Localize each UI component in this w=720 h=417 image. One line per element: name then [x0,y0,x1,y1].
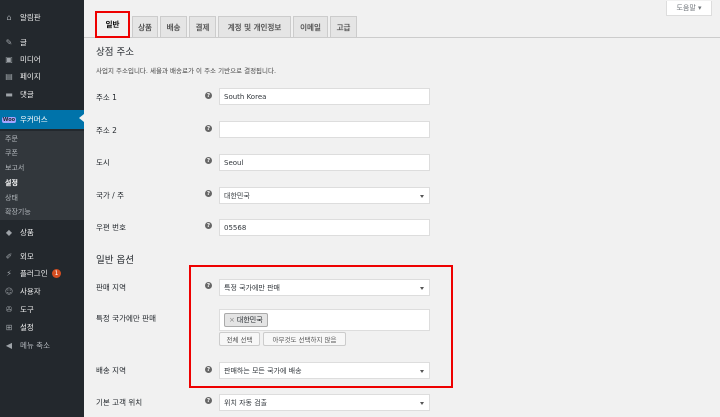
admin-sidebar: ⌂ 알림판 ✎ 글 ▣ 미디어 ▤ 페이지 ▬ 댓글 Woo 우커머스 주문 쿠폰 보고서 … [0,0,84,417]
page-icon: ▤ [5,71,13,81]
help-icon[interactable]: ? [205,92,212,99]
product-icon: ◆ [5,227,13,237]
default-customer-location-label: 기본 고객 위치 [96,398,143,407]
store-address-description: 사업지 주소입니다. 세율과 배송료가 이 주소 기반으로 결정됩니다. [96,67,277,75]
menu-users[interactable]: ☺ 사용자 [0,283,84,299]
submenu-orders[interactable]: 주문 [5,134,18,144]
menu-label: 글 [20,37,27,47]
postcode-label: 우편 번호 [96,223,126,232]
submenu-settings[interactable]: 설정 [5,178,18,188]
tab-accounts-privacy[interactable]: 계정 및 개인정보 [218,16,291,37]
help-icon[interactable]: ? [205,125,212,132]
address2-input[interactable] [219,121,430,138]
ship-locations-label: 배송 지역 [96,366,126,375]
postcode-input[interactable]: 05568 [219,219,430,236]
menu-plugins[interactable]: ⚡ 플러그인 1 [0,265,84,281]
default-customer-location-select[interactable]: 위치 자동 검출 [219,394,430,411]
update-count-badge: 1 [51,268,62,278]
menu-label: 상품 [20,227,34,237]
address2-label: 주소 2 [96,126,117,135]
tab-shipping[interactable]: 배송 [160,16,187,37]
menu-tools[interactable]: ✇ 도구 [0,301,84,317]
menu-label: 플러그인 [20,268,48,278]
menu-media[interactable]: ▣ 미디어 [0,51,84,67]
menu-posts[interactable]: ✎ 글 [0,34,84,50]
menu-label: 설정 [20,322,34,332]
city-input[interactable]: Seoul [219,154,430,171]
menu-pages[interactable]: ▤ 페이지 [0,68,84,84]
default-customer-location-value: 위치 자동 검출 [224,398,268,407]
help-icon[interactable]: ? [205,366,212,373]
help-tab-button[interactable]: 도움말 ▾ [666,1,712,16]
sell-locations-select[interactable]: 특정 국가에만 판매 [219,279,430,296]
menu-appearance[interactable]: ✐ 외모 [0,248,84,264]
submenu-status[interactable]: 상태 [5,193,18,203]
sell-locations-label: 판매 지역 [96,283,126,292]
dashboard-icon: ⌂ [6,12,12,22]
country-state-label: 국가 / 주 [96,191,124,200]
select-all-button[interactable]: 전체 선택 [219,332,260,346]
specific-countries-label: 특정 국가에만 판매 [96,314,156,323]
menu-label: 미디어 [20,54,41,64]
menu-label: 사용자 [20,286,41,296]
help-icon[interactable]: ? [205,190,212,197]
pin-icon: ✎ [5,37,13,47]
menu-label: 페이지 [20,71,41,81]
comment-icon: ▬ [5,89,13,99]
plugin-icon: ⚡ [6,268,12,278]
select-none-button[interactable]: 아무것도 선택하지 않음 [263,332,346,346]
sell-locations-value: 특정 국가에만 판매 [224,283,280,292]
menu-label: 외모 [20,251,34,261]
woocommerce-icon: Woo [1,116,17,123]
ship-locations-value: 판매하는 모든 국가에 배송 [224,366,302,375]
tab-emails[interactable]: 이메일 [293,16,328,37]
menu-woocommerce[interactable]: Woo 우커머스 [0,110,84,129]
address1-label: 주소 1 [96,93,117,102]
menu-label: 우커머스 [20,115,48,124]
dropdown-arrow-icon [420,287,424,290]
city-label: 도시 [96,158,110,167]
media-icon: ▣ [5,54,13,64]
dropdown-arrow-icon [420,195,424,198]
country-state-select[interactable]: 대한민국 [219,187,430,204]
menu-dashboard[interactable]: ⌂ 알림판 [0,9,84,25]
menu-settings[interactable]: ⊞ 설정 [0,319,84,335]
remove-tag-icon[interactable]: × [229,316,235,324]
menu-collapse[interactable]: ◀ 메뉴 축소 [0,337,84,353]
menu-label: 도구 [20,304,34,314]
dropdown-arrow-icon [420,370,424,373]
settings-icon: ⊞ [5,322,13,332]
country-state-value: 대한민국 [224,191,250,200]
menu-label: 알림판 [20,12,41,22]
country-tag-label: 대한민국 [236,316,263,324]
menu-products[interactable]: ◆ 상품 [0,224,84,240]
tab-general[interactable]: 일반 [95,11,130,38]
woocommerce-submenu: 주문 쿠폰 보고서 설정 상태 확장기능 [0,131,84,220]
menu-label: 메뉴 축소 [20,340,50,350]
help-icon[interactable]: ? [205,397,212,404]
submenu-coupons[interactable]: 쿠폰 [5,148,18,158]
help-icon[interactable]: ? [205,282,212,289]
dropdown-arrow-icon [420,402,424,405]
tab-payments[interactable]: 결제 [189,16,216,37]
specific-countries-multiselect[interactable]: × 대한민국 [219,309,430,331]
appearance-icon: ✐ [5,251,13,261]
collapse-icon: ◀ [5,340,13,350]
help-icon[interactable]: ? [205,157,212,164]
submenu-extensions[interactable]: 확장기능 [5,207,31,217]
country-tag[interactable]: × 대한민국 [224,313,268,327]
store-address-heading: 상점 주소 [96,47,134,58]
user-icon: ☺ [4,286,14,296]
tab-products[interactable]: 상품 [132,16,158,37]
help-icon[interactable]: ? [205,222,212,229]
menu-label: 댓글 [20,89,34,99]
address1-input[interactable]: South Korea [219,88,430,105]
tab-advanced[interactable]: 고급 [330,16,357,37]
tab-divider [84,37,720,38]
tools-icon: ✇ [5,304,13,314]
ship-locations-select[interactable]: 판매하는 모든 국가에 배송 [219,362,430,379]
menu-comments[interactable]: ▬ 댓글 [0,86,84,102]
general-options-heading: 일반 옵션 [96,255,134,266]
submenu-reports[interactable]: 보고서 [5,163,24,173]
